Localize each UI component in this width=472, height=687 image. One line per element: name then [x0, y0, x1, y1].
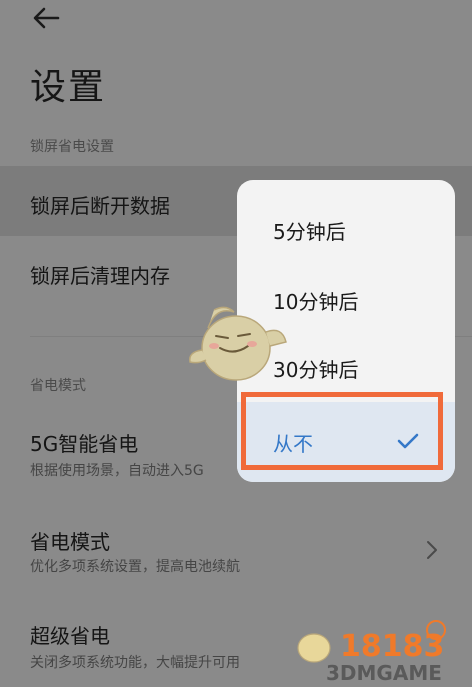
mascot-watermark-icon	[189, 306, 287, 381]
settings-screen: 设置 锁屏省电设置 锁屏后断开数据 锁屏后清理内存 省电模式 5G智能省电 根据…	[0, 0, 472, 687]
popup-option-label: 5分钟后	[273, 220, 346, 244]
row-subtitle: 根据使用场景，自动进入5G	[30, 463, 204, 479]
row-title: 锁屏后断开数据	[30, 194, 170, 218]
section-label-lock-screen: 锁屏省电设置	[30, 139, 114, 155]
row-subtitle: 关闭多项系统功能，大幅提升可用	[30, 655, 240, 671]
popup-option-5min[interactable]: 5分钟后	[237, 194, 455, 264]
site-logo-watermark: 18183 3DMGAME	[297, 620, 446, 685]
back-arrow-icon[interactable]	[30, 4, 62, 32]
row-title: 5G智能省电	[30, 432, 139, 456]
row-title: 省电模式	[30, 530, 110, 554]
settings-row-power-saving-mode[interactable]: 省电模式 优化多项系统设置，提高电池续航	[0, 510, 472, 590]
section-label-power-mode: 省电模式	[30, 378, 86, 394]
row-subtitle: 优化多项系统设置，提高电池续航	[30, 559, 240, 575]
chevron-right-icon	[427, 541, 437, 559]
row-title: 超级省电	[30, 624, 110, 648]
row-title: 锁屏后清理内存	[30, 264, 170, 288]
watermark-site-text: 3DMGAME	[326, 661, 442, 685]
highlight-annotation-box	[241, 392, 443, 470]
page-title: 设置	[30, 67, 107, 108]
watermark-logo-text: 18183	[340, 629, 444, 664]
